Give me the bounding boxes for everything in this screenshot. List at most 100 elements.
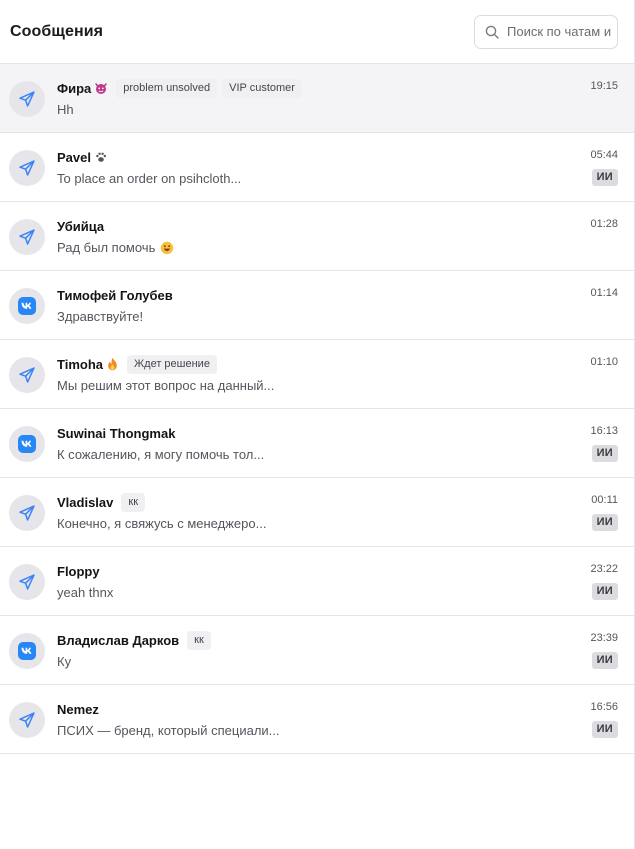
chat-name-line: Pavel [57,148,554,166]
chat-name: Floppy [57,563,100,579]
chat-preview: To place an order on psihcloth... [57,171,544,186]
chat-preview-text: К сожалению, я могу помочь тол... [57,447,265,462]
chat-preview: Hh [57,102,544,117]
chat-preview: Ку [57,654,544,669]
chat-tag: Ждет решение [127,354,217,374]
chat-tag: кк [121,492,145,512]
search-input[interactable] [507,24,611,39]
chat-name: Vladislav [57,494,114,510]
ai-badge: ИИ [591,445,618,462]
telegram-icon [18,711,36,729]
chat-preview-text: Hh [57,102,74,117]
chat-name-line: Floppy [57,562,554,580]
chat-list-item[interactable]: Suwinai Thongmak К сожалению, я могу помо… [0,409,634,478]
avatar [9,81,45,117]
chat-time: 01:14 [590,287,618,299]
telegram-icon [18,573,36,591]
chat-preview: Здравствуйте! [57,309,544,324]
avatar [9,288,45,324]
chat-preview: Рад был помочь [57,240,544,255]
chat-time: 00:11 [591,494,618,506]
avatar [9,150,45,186]
chat-name-line: Убийца [57,217,554,235]
vk-icon [18,297,36,315]
search-icon [485,25,499,39]
telegram-icon [18,504,36,522]
chat-time: 23:39 [590,632,618,644]
chat-name: Timoha [57,356,103,372]
chat-name: Владислав Дарков [57,632,180,648]
chat-preview-text: ПСИХ — бренд, который специали... [57,723,280,738]
chat-name: Тимофей Голубев [57,287,173,303]
avatar [9,426,45,462]
chat-name-line: Тимофей Голубев [57,286,554,304]
chat-name-line: Timoha Ждет решение [57,354,554,374]
avatar [9,564,45,600]
avatar [9,495,45,531]
chat-list-item[interactable]: Pavel To place an order on psihcloth... 05… [0,133,634,202]
chat-preview: Конечно, я свяжусь с менеджеро... [57,516,544,531]
chat-time: 16:13 [590,425,618,437]
chat-time: 05:44 [590,149,618,161]
chat-tag: кк [187,630,211,650]
chat-name-line: Nemez [57,700,554,718]
chat-preview-text: To place an order on psihcloth... [57,171,242,186]
chat-name-line: Фира problem unsolved VIP customer [57,78,554,98]
page-title: Сообщения [10,22,104,40]
chat-name: Suwinai Thongmak [57,425,176,441]
chat-preview-text: Мы решим этот вопрос на данный... [57,378,275,393]
chat-preview-text: Конечно, я свяжусь с менеджеро... [57,516,267,531]
chat-tag: VIP customer [222,78,302,98]
chat-name: Pavel [57,149,91,165]
grin-icon [160,241,174,255]
chat-list-item[interactable]: Владислав Дарков кк Ку 23:39 ИИ [0,616,634,685]
chat-name-line: Владислав Дарков кк [57,630,554,650]
chat-name: Убийца [57,218,105,234]
chat-list-item[interactable]: Nemez ПСИХ — бренд, который специали... 16… [0,685,634,754]
chat-list-item[interactable]: Фира problem unsolved VIP customer Hh 19:15 [0,64,634,133]
chat-time: 01:28 [590,218,618,230]
chat-list: Фира problem unsolved VIP customer Hh 19:15 P… [0,64,634,754]
chat-time: 01:10 [590,356,618,368]
chat-list-header: Сообщения [0,0,634,64]
ai-badge: ИИ [591,652,618,669]
ai-badge: ИИ [591,169,618,186]
chat-name: Nemez [57,701,99,717]
chat-preview: yeah thnx [57,585,544,600]
chat-list-item[interactable]: Тимофей Голубев Здравствуйте! 01:14 [0,271,634,340]
chat-list-item[interactable]: Убийца Рад был помочь 01:28 [0,202,634,271]
chat-preview-text: Рад был помочь [57,240,156,255]
chat-list-item[interactable]: Vladislav кк Конечно, я свяжусь с менеджер… [0,478,634,547]
chat-tag: problem unsolved [116,78,218,98]
chat-time: 16:56 [590,701,618,713]
chat-preview-text: yeah thnx [57,585,114,600]
chat-preview: К сожалению, я могу помочь тол... [57,447,544,462]
chat-preview-text: Ку [57,654,72,669]
chat-preview: ПСИХ — бренд, который специали... [57,723,544,738]
chat-preview: Мы решим этот вопрос на данный... [57,378,544,393]
ai-badge: ИИ [591,721,618,738]
avatar [9,219,45,255]
telegram-icon [18,228,36,246]
telegram-icon [18,159,36,177]
paw-icon [94,150,108,164]
avatar [9,702,45,738]
avatar [9,357,45,393]
chat-list-item[interactable]: Floppy yeah thnx 23:22 ИИ [0,547,634,616]
chat-name-line: Vladislav кк [57,492,554,512]
devil-icon [94,81,108,95]
chat-name-line: Suwinai Thongmak [57,424,554,442]
chat-list-item[interactable]: Timoha Ждет решение Мы решим этот вопрос н… [0,340,634,409]
search-box[interactable] [474,14,618,49]
chat-name: Фира [57,80,92,96]
chat-time: 23:22 [590,563,618,575]
chat-list-panel: Сообщения Фира problem unsolvedVIP custom… [0,0,635,849]
vk-icon [18,642,36,660]
telegram-icon [18,90,36,108]
telegram-icon [18,366,36,384]
chat-preview-text: Здравствуйте! [57,309,144,324]
chat-time: 19:15 [590,80,618,92]
ai-badge: ИИ [591,583,618,600]
avatar [9,633,45,669]
fire-icon [106,357,119,371]
